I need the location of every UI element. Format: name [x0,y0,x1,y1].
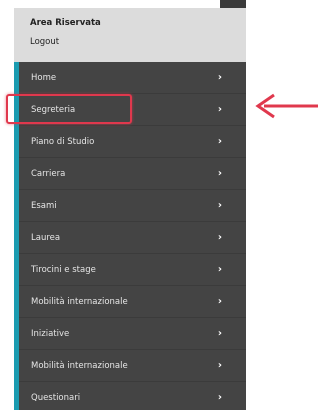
chevron-right-icon: › [217,296,222,307]
arrow-left-icon [255,93,318,119]
chevron-right-icon: › [217,392,222,403]
side-menu: Area Riservata Logout Home › Segreteria … [14,8,246,410]
logout-link[interactable]: Logout [30,35,246,49]
menu-item-label: Esami [31,200,57,211]
chevron-right-icon: › [217,168,222,179]
menu-item-label: Iniziative [31,328,70,339]
menu-item-label: Carriera [31,168,66,179]
menu-item-label: Laurea [31,232,61,243]
menu-item-label: Piano di Studio [31,136,95,147]
menu-item-laurea[interactable]: Laurea › [19,222,246,254]
menu-item-questionari[interactable]: Questionari › [19,382,246,410]
segreteria-highlight-box [6,94,132,124]
chevron-right-icon: › [217,264,222,275]
menu-item-label: Tirocini e stage [31,264,96,275]
chevron-right-icon: › [217,232,222,243]
reserved-area-title: Area Riservata [30,18,101,28]
menu-item-iniziative[interactable]: Iniziative › [19,318,246,350]
menu-item-label: Questionari [31,392,81,403]
menu-item-label: Mobilità internazionale [31,360,128,371]
chevron-right-icon: › [217,136,222,147]
menu-item-piano-di-studio[interactable]: Piano di Studio › [19,126,246,158]
menu-item-tirocini-e-stage[interactable]: Tirocini e stage › [19,254,246,286]
chevron-right-icon: › [217,200,222,211]
menu-item-mobilita-internazionale[interactable]: Mobilità internazionale › [19,286,246,318]
reserved-area-header: Area Riservata Logout [14,8,246,62]
menu-item-carriera[interactable]: Carriera › [19,158,246,190]
menu-item-esami[interactable]: Esami › [19,190,246,222]
chevron-right-icon: › [217,72,222,83]
chevron-right-icon: › [217,328,222,339]
top-strip [220,0,246,8]
menu-item-home[interactable]: Home › [19,62,246,94]
chevron-right-icon: › [217,104,222,115]
chevron-right-icon: › [217,360,222,371]
menu-item-label: Mobilità internazionale [31,296,128,307]
menu-item-mobilita-internazionale-2[interactable]: Mobilità internazionale › [19,350,246,382]
menu-item-label: Home [31,72,57,83]
